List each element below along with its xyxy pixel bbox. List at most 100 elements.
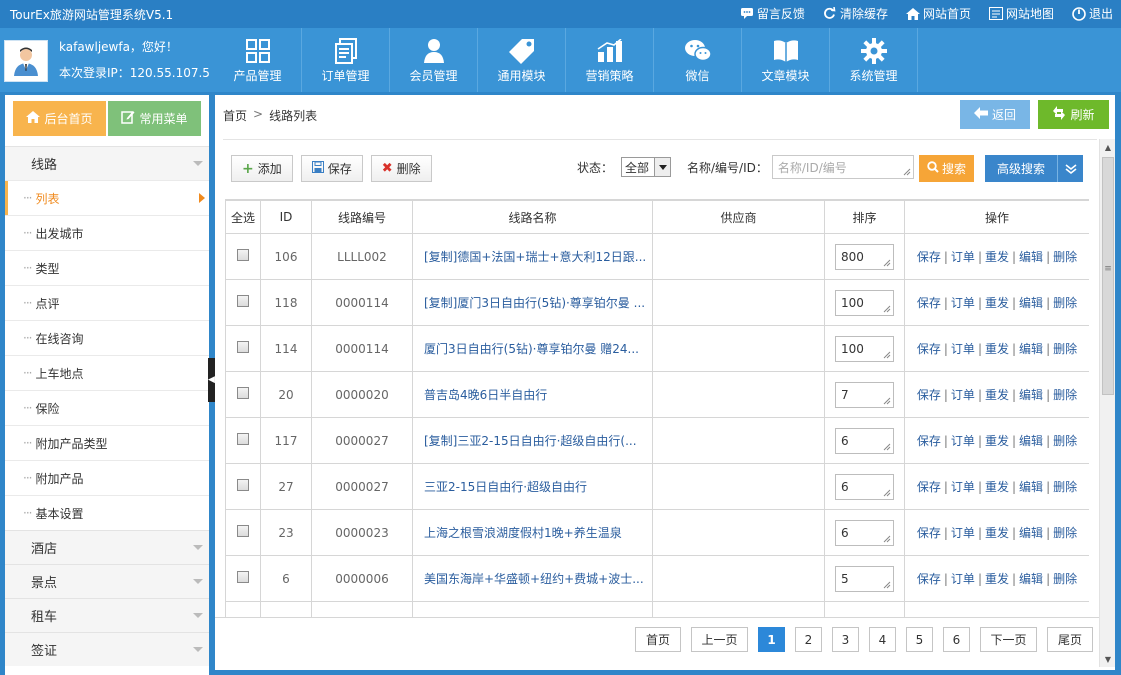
sidebar-group-scenic[interactable]: 景点 <box>5 564 209 598</box>
row-checkbox[interactable] <box>237 341 249 353</box>
row-save-link[interactable]: 保存 <box>917 434 941 448</box>
row-name-link[interactable]: 美国东海岸+华盛顿+纽约+费城+波士... <box>412 555 653 602</box>
sidebar-item-insurance[interactable]: ··· 保险 <box>5 390 209 425</box>
row-order-link[interactable]: 订单 <box>951 480 975 494</box>
row-checkbox[interactable] <box>237 387 249 399</box>
site-home-link[interactable]: 网站首页 <box>905 5 971 22</box>
sidebar-item-basic-settings[interactable]: ··· 基本设置 <box>5 495 209 530</box>
sidebar-item-type[interactable]: ··· 类型 <box>5 250 209 285</box>
breadcrumb-home[interactable]: 首页 <box>223 107 247 124</box>
sitemap-link[interactable]: 网站地图 <box>988 5 1054 22</box>
sort-input[interactable]: 100 <box>835 289 894 316</box>
row-resend-link[interactable]: 重发 <box>985 572 1009 586</box>
row-name-link[interactable]: 厦门3日自由行(5钻)·尊享铂尔曼 赠24... <box>412 325 653 372</box>
add-button[interactable]: + 添加 <box>231 155 293 182</box>
row-name-link[interactable]: 上海之根雪浪湖度假村1晚+养生温泉 <box>412 509 653 556</box>
nav-wechat[interactable]: 微信 <box>654 28 742 92</box>
row-edit-link[interactable]: 编辑 <box>1019 342 1043 356</box>
sort-input[interactable]: 800 <box>835 243 894 270</box>
header-select-all[interactable]: 全选 <box>225 200 261 234</box>
search-button[interactable]: 搜索 <box>919 155 974 182</box>
row-checkbox[interactable] <box>237 249 249 261</box>
row-checkbox[interactable] <box>237 525 249 537</box>
sidebar-item-list[interactable]: ··· 列表 <box>5 180 209 215</box>
scroll-up-arrow-icon[interactable]: ▲ <box>1100 139 1116 155</box>
row-order-link[interactable]: 订单 <box>951 388 975 402</box>
row-resend-link[interactable]: 重发 <box>985 342 1009 356</box>
row-order-link[interactable]: 订单 <box>951 250 975 264</box>
row-edit-link[interactable]: 编辑 <box>1019 388 1043 402</box>
feedback-link[interactable]: 留言反馈 <box>740 5 805 22</box>
row-name-link[interactable]: 三亚2-15日自由行·超级自由行 <box>412 463 653 510</box>
save-button[interactable]: 保存 <box>300 155 363 182</box>
row-save-link[interactable]: 保存 <box>917 250 941 264</box>
sort-input[interactable]: 6 <box>835 519 894 546</box>
nav-marketing-strategy[interactable]: 营销策略 <box>566 28 654 92</box>
advanced-search-button[interactable]: 高级搜索 <box>985 155 1083 182</box>
row-delete-link[interactable]: 删除 <box>1053 388 1077 402</box>
row-name-link[interactable]: 普吉岛4晚6日半自由行 <box>412 371 653 418</box>
row-resend-link[interactable]: 重发 <box>985 526 1009 540</box>
page-prev[interactable]: 上一页 <box>691 627 748 652</box>
nav-article-module[interactable]: 文章模块 <box>742 28 830 92</box>
sidebar-item-addon-product[interactable]: ··· 附加产品 <box>5 460 209 495</box>
row-edit-link[interactable]: 编辑 <box>1019 480 1043 494</box>
sidebar-group-hotel[interactable]: 酒店 <box>5 530 209 564</box>
page-4[interactable]: 4 <box>869 627 896 652</box>
sort-input[interactable]: 5 <box>835 565 894 592</box>
page-5[interactable]: 5 <box>906 627 933 652</box>
sidebar-item-departure-city[interactable]: ··· 出发城市 <box>5 215 209 250</box>
sidebar-item-online-inquiry[interactable]: ··· 在线咨询 <box>5 320 209 355</box>
row-delete-link[interactable]: 删除 <box>1053 480 1077 494</box>
row-delete-link[interactable]: 删除 <box>1053 250 1077 264</box>
nav-product-management[interactable]: 产品管理 <box>214 28 302 92</box>
nav-system-management[interactable]: 系统管理 <box>830 28 918 92</box>
page-1[interactable]: 1 <box>758 627 785 652</box>
row-resend-link[interactable]: 重发 <box>985 250 1009 264</box>
sidebar-item-boarding-point[interactable]: ··· 上车地点 <box>5 355 209 390</box>
logout-link[interactable]: 退出 <box>1072 5 1113 22</box>
row-save-link[interactable]: 保存 <box>917 480 941 494</box>
refresh-button[interactable]: 刷新 <box>1038 100 1109 129</box>
row-save-link[interactable]: 保存 <box>917 296 941 310</box>
row-edit-link[interactable]: 编辑 <box>1019 572 1043 586</box>
scroll-thumb[interactable] <box>1102 157 1114 395</box>
row-save-link[interactable]: 保存 <box>917 388 941 402</box>
nav-member-management[interactable]: 会员管理 <box>390 28 478 92</box>
row-order-link[interactable]: 订单 <box>951 342 975 356</box>
sidebar-item-review[interactable]: ··· 点评 <box>5 285 209 320</box>
sidebar-group-visa[interactable]: 签证 <box>5 632 209 666</box>
back-button[interactable]: 返回 <box>960 100 1030 129</box>
row-delete-link[interactable]: 删除 <box>1053 572 1077 586</box>
sort-input[interactable]: 7 <box>835 381 894 408</box>
nav-common-module[interactable]: 通用模块 <box>478 28 566 92</box>
scroll-down-arrow-icon[interactable]: ▼ <box>1100 651 1116 667</box>
row-checkbox[interactable] <box>237 295 249 307</box>
row-delete-link[interactable]: 删除 <box>1053 526 1077 540</box>
row-delete-link[interactable]: 删除 <box>1053 434 1077 448</box>
row-edit-link[interactable]: 编辑 <box>1019 250 1043 264</box>
row-name-link[interactable]: [复制]厦门3日自由行(5钻)·尊享铂尔曼 ... <box>412 279 653 326</box>
nav-order-management[interactable]: 订单管理 <box>302 28 390 92</box>
row-name-link[interactable]: [复制]三亚2-15日自由行·超级自由行(... <box>412 417 653 464</box>
page-6[interactable]: 6 <box>943 627 970 652</box>
row-delete-link[interactable]: 删除 <box>1053 296 1077 310</box>
row-delete-link[interactable]: 删除 <box>1053 342 1077 356</box>
page-first[interactable]: 首页 <box>635 627 681 652</box>
row-checkbox[interactable] <box>237 479 249 491</box>
row-order-link[interactable]: 订单 <box>951 572 975 586</box>
row-save-link[interactable]: 保存 <box>917 342 941 356</box>
page-next[interactable]: 下一页 <box>980 627 1037 652</box>
sort-input[interactable]: 6 <box>835 473 894 500</box>
clear-cache-link[interactable]: 清除缓存 <box>823 5 888 22</box>
page-last[interactable]: 尾页 <box>1047 627 1093 652</box>
sidebar-item-addon-type[interactable]: ··· 附加产品类型 <box>5 425 209 460</box>
row-name-link[interactable]: [复制]德国+法国+瑞士+意大利12日跟... <box>412 233 653 280</box>
sidebar-group-route[interactable]: 线路 <box>5 146 209 180</box>
row-order-link[interactable]: 订单 <box>951 434 975 448</box>
sidebar-group-car-rental[interactable]: 租车 <box>5 598 209 632</box>
sidebar-tab-common[interactable]: 常用菜单 <box>108 101 201 136</box>
delete-button[interactable]: ✖ 删除 <box>370 155 432 182</box>
vertical-scrollbar[interactable]: ▲ ▼ <box>1099 139 1115 667</box>
page-2[interactable]: 2 <box>795 627 822 652</box>
